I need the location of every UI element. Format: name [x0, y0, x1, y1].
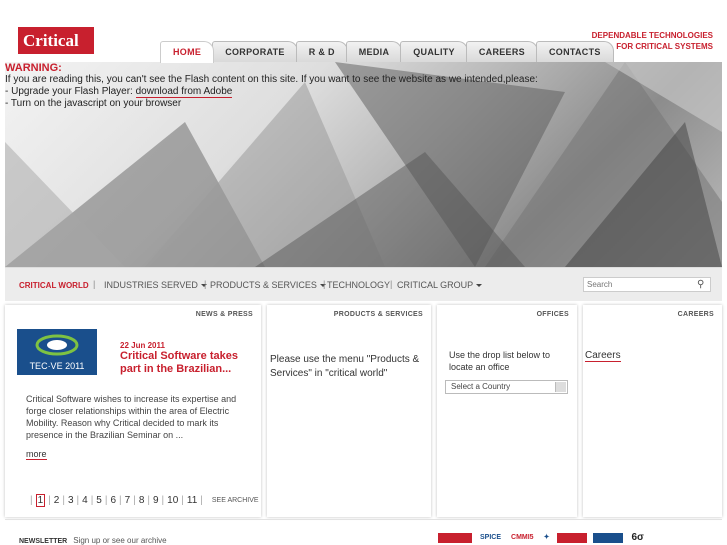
- cert-logo-3: [593, 533, 624, 543]
- nav-tab-corporate[interactable]: CORPORATE: [212, 41, 298, 63]
- warning-line-1: If you are reading this, you can't see t…: [5, 74, 538, 85]
- see-archive-link[interactable]: SEE ARCHIVE: [212, 497, 259, 504]
- cert-logo-2: [557, 533, 588, 543]
- nav-tab-media[interactable]: MEDIA: [345, 41, 403, 63]
- nato-logo-icon: ✦: [543, 534, 550, 541]
- pager-page-9[interactable]: 9: [153, 495, 159, 506]
- six-sigma-logo: 6σ: [631, 532, 644, 543]
- pager-page-2[interactable]: 2: [54, 495, 60, 506]
- offices-panel: OFFICES Use the drop list below to locat…: [437, 305, 577, 517]
- careers-panel: CAREERS Careers: [583, 305, 722, 517]
- newsletter-link[interactable]: Sign up or see our archive: [73, 536, 166, 545]
- adobe-download-link[interactable]: download from Adobe: [135, 86, 233, 98]
- pager-page-7[interactable]: 7: [125, 495, 131, 506]
- news-headline-link[interactable]: Critical Software takes part in the Braz…: [120, 350, 260, 376]
- careers-panel-title: CAREERS: [677, 311, 714, 318]
- critical-logo[interactable]: Critical: [18, 27, 94, 54]
- pager-divider: |: [104, 495, 108, 506]
- news-more-link[interactable]: more: [26, 449, 47, 460]
- main-nav: HOME CORPORATE R & D MEDIA QUALITY CAREE…: [160, 41, 614, 63]
- submenu-separator: |: [323, 279, 326, 289]
- nav-tab-home[interactable]: HOME: [160, 41, 215, 63]
- submenu-products[interactable]: PRODUCTS & SERVICES: [210, 280, 326, 290]
- tagline-line-1: DEPENDABLE TECHNOLOGIES: [591, 31, 713, 40]
- pager-page-3[interactable]: 3: [68, 495, 74, 506]
- submenu-separator: |: [390, 279, 393, 289]
- newsletter-bar: NEWSLETTER Sign up or see our archive: [19, 536, 167, 545]
- pager-divider: |: [30, 495, 33, 506]
- news-pager: | 1 | 2 | 3 | 4 | 5 | 6 | 7 | 8 | 9 | 10 | 11 | SEE…: [27, 494, 259, 507]
- tecve-logo-icon: TEC·VE 2011: [17, 329, 97, 375]
- pager-page-6[interactable]: 6: [110, 495, 116, 506]
- submenu-group-label: CRITICAL GROUP: [397, 280, 474, 290]
- pager-page-4[interactable]: 4: [82, 495, 88, 506]
- pager-page-11[interactable]: 11: [187, 495, 197, 506]
- chevron-down-icon: [555, 382, 566, 392]
- cmmi-logo: CMMI5: [511, 534, 534, 541]
- pager-divider: |: [181, 495, 184, 506]
- search-input[interactable]: [583, 277, 711, 292]
- pager-page-8[interactable]: 8: [139, 495, 145, 506]
- products-panel: PRODUCTS & SERVICES Please use the menu …: [267, 305, 431, 517]
- pager-divider: |: [133, 495, 136, 506]
- offices-panel-title: OFFICES: [536, 311, 569, 318]
- pager-divider: |: [147, 495, 150, 506]
- pager-divider: |: [62, 495, 65, 506]
- submenu-technology[interactable]: TECHNOLOGY: [327, 280, 390, 290]
- footer-divider: [5, 519, 722, 520]
- pager-page-5[interactable]: 5: [96, 495, 102, 506]
- pager-divider: |: [119, 495, 122, 506]
- nav-tab-rd[interactable]: R & D: [295, 41, 348, 63]
- news-body: Critical Software wishes to increase its…: [26, 394, 237, 440]
- offices-text: Use the drop list below to locate an off…: [449, 350, 551, 372]
- warning-line-2-prefix: - Upgrade your Flash Player:: [5, 86, 136, 97]
- news-date: 22 Jun 2011: [120, 341, 165, 350]
- certification-logos: SPICE CMMI5 ✦ 6σ: [438, 533, 646, 543]
- warning-line-3: - Turn on the javascript on your browser: [5, 98, 182, 109]
- submenu-separator: |: [93, 279, 96, 289]
- page: Critical HOME CORPORATE R & D MEDIA QUAL…: [0, 0, 727, 545]
- world-submenu: CRITICAL WORLD | INDUSTRIES SERVED | PRO…: [5, 267, 722, 301]
- chevron-down-icon: [476, 284, 483, 288]
- news-panel-title: NEWS & PRESS: [195, 311, 253, 318]
- news-panel: NEWS & PRESS TEC·VE 2011 22 Jun 2011 Cri…: [5, 305, 261, 517]
- pager-page-10[interactable]: 10: [167, 495, 178, 506]
- warning-title: WARNING:: [5, 62, 62, 74]
- tagline-line-2: FOR CRITICAL SYSTEMS: [616, 42, 713, 51]
- careers-link[interactable]: Careers: [585, 350, 621, 362]
- pager-page-1[interactable]: 1: [35, 494, 46, 507]
- tagline: DEPENDABLE TECHNOLOGIES FOR CRITICAL SYS…: [592, 30, 713, 52]
- pager-divider: |: [76, 495, 80, 506]
- pager-divider: |: [48, 495, 51, 506]
- spice-logo: SPICE: [480, 534, 502, 541]
- nav-tab-quality[interactable]: QUALITY: [400, 41, 468, 63]
- search-icon[interactable]: ⚲: [697, 279, 704, 290]
- pager-divider: |: [90, 495, 94, 506]
- pager-divider: |: [161, 495, 165, 506]
- submenu-industries-label: INDUSTRIES SERVED: [104, 280, 198, 290]
- pager-divider: |: [200, 495, 203, 506]
- flash-warning: WARNING: If you are reading this, you ca…: [5, 62, 605, 110]
- submenu-products-label: PRODUCTS & SERVICES: [210, 280, 317, 290]
- news-thumbnail[interactable]: TEC·VE 2011: [17, 329, 97, 375]
- nav-tab-careers[interactable]: CAREERS: [465, 41, 538, 63]
- submenu-critical-group[interactable]: CRITICAL GROUP: [397, 280, 483, 290]
- warning-line-2: - Upgrade your Flash Player: download fr…: [5, 86, 605, 98]
- submenu-separator: |: [204, 279, 207, 289]
- news-thumb-text: TEC·VE 2011: [30, 361, 85, 371]
- submenu-critical-world[interactable]: CRITICAL WORLD: [19, 281, 89, 290]
- newsletter-label: NEWSLETTER: [19, 538, 68, 545]
- submenu-industries[interactable]: INDUSTRIES SERVED: [104, 280, 207, 290]
- cert-logo-1: [438, 533, 472, 543]
- country-select[interactable]: Select a Country: [445, 380, 568, 394]
- products-panel-title: PRODUCTS & SERVICES: [333, 311, 423, 318]
- products-text: Please use the menu "Products & Services…: [270, 354, 420, 379]
- country-select-value: Select a Country: [451, 382, 511, 391]
